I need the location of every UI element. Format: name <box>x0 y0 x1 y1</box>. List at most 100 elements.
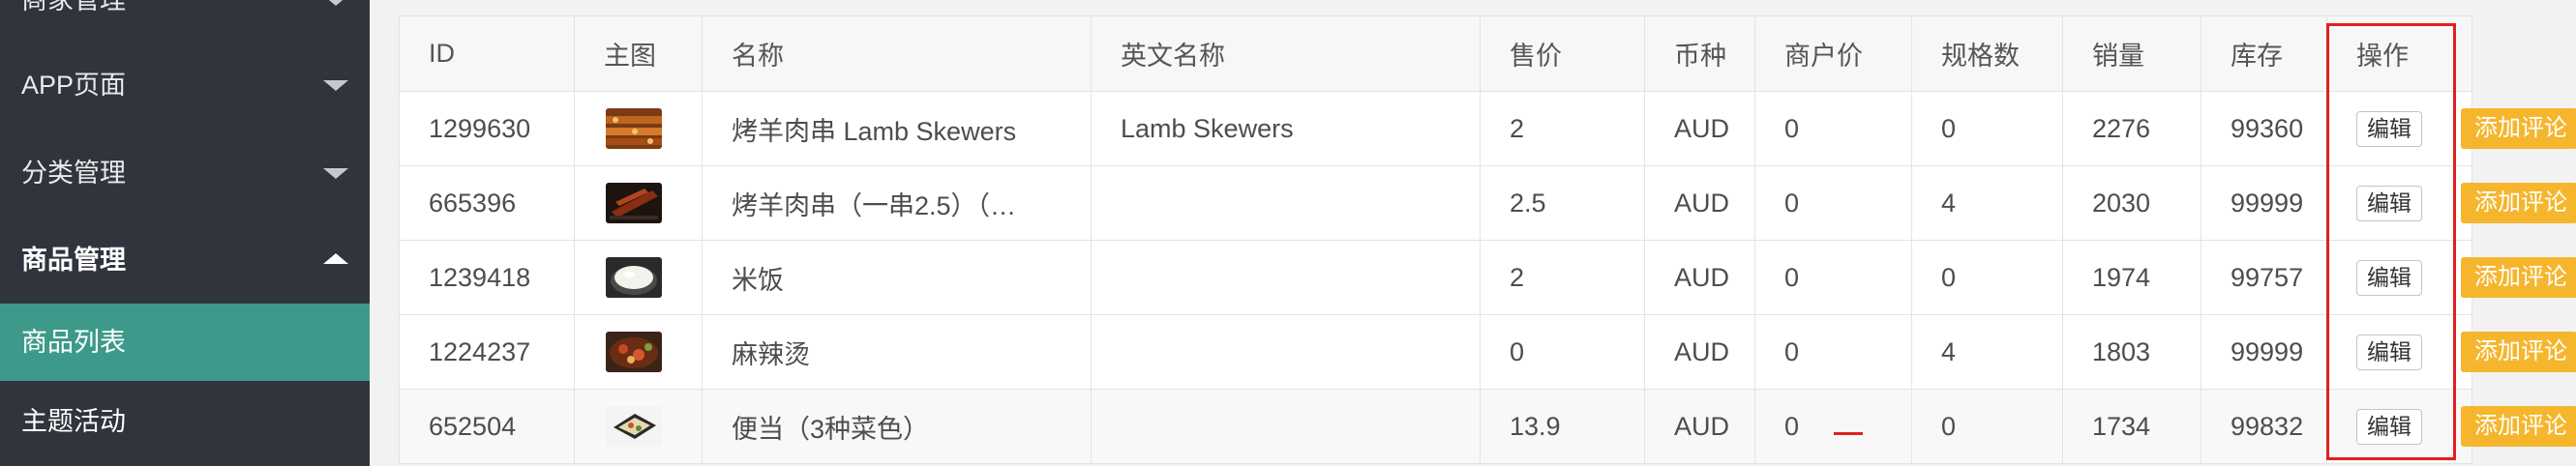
column-header-english-name: 英文名称 <box>1091 15 1481 92</box>
column-header-spec-count: 规格数 <box>1911 15 2063 92</box>
table-header-row: ID 主图 名称 英文名称 售价 币种 商户价 规格数 销量 库存 操作 <box>399 15 2472 92</box>
sidebar-item-merchant-management[interactable]: 商家管理 <box>0 0 370 19</box>
bento-box-thumbnail[interactable] <box>606 406 662 447</box>
edit-button[interactable]: 编辑 <box>2356 334 2422 370</box>
table-row: 1224237 麻辣烫 0 AUD 0 4 1803 99999 编辑 添加评论 <box>399 314 2576 390</box>
edit-button[interactable]: 编辑 <box>2356 185 2422 221</box>
chevron-down-icon <box>323 0 348 6</box>
table-row: 1299630 烤羊肉串 Lamb Skewers Lamb Skewers 2… <box>399 91 2576 166</box>
cell-image <box>574 165 703 241</box>
column-header-name: 名称 <box>702 15 1092 92</box>
cell-id: 1239418 <box>399 240 575 315</box>
cell-spec-count: 4 <box>1911 165 2063 241</box>
mala-tang-thumbnail[interactable] <box>606 332 662 372</box>
cell-actions: 编辑 添加评论 <box>2326 165 2576 241</box>
cell-currency: AUD <box>1644 240 1755 315</box>
cell-currency: AUD <box>1644 389 1755 464</box>
column-header-stock: 库存 <box>2201 15 2327 92</box>
sidebar-item-theme-activities[interactable]: 主题活动 <box>0 381 370 462</box>
cell-stock: 99999 <box>2201 314 2327 390</box>
column-header-image: 主图 <box>574 15 703 92</box>
cell-merchant-price: 0 <box>1754 165 1912 241</box>
column-header-currency: 币种 <box>1644 15 1755 92</box>
cell-price: 0 <box>1480 314 1645 390</box>
grilled-skewers-thumbnail[interactable] <box>606 183 662 223</box>
cell-sales: 1734 <box>2062 389 2202 464</box>
add-comment-button[interactable]: 添加评论 <box>2461 406 2576 447</box>
table-row: 665396 烤羊肉串（一串2.5）（… 2.5 AUD 0 4 2030 99… <box>399 165 2576 241</box>
column-header-id: ID <box>399 15 575 92</box>
cell-name: 麻辣烫 <box>702 314 1092 390</box>
cell-sales: 1803 <box>2062 314 2202 390</box>
table-row: 652504 便当（3种菜色） 13.9 AUD 0 0 1734 99832 <box>399 389 2576 464</box>
cell-spec-count: 0 <box>1911 240 2063 315</box>
cell-actions: 编辑 添加评论 <box>2326 389 2576 464</box>
sidebar-item-label: 商品管理 <box>21 245 126 275</box>
cell-price: 2.5 <box>1480 165 1645 241</box>
sidebar-item-product-management[interactable]: 商品管理 <box>0 217 370 304</box>
add-comment-button[interactable]: 添加评论 <box>2461 257 2576 298</box>
edit-button[interactable]: 编辑 <box>2356 408 2422 445</box>
cell-actions: 编辑 添加评论 <box>2326 240 2576 315</box>
add-comment-button[interactable]: 添加评论 <box>2461 332 2576 372</box>
cell-sales: 2030 <box>2062 165 2202 241</box>
cell-stock: 99360 <box>2201 91 2327 166</box>
cell-price: 13.9 <box>1480 389 1645 464</box>
edit-button[interactable]: 编辑 <box>2356 110 2422 147</box>
chevron-down-icon <box>323 168 348 179</box>
sidebar-item-app-pages[interactable]: APP页面 <box>0 43 370 128</box>
cell-spec-count: 0 <box>1911 389 2063 464</box>
cell-english-name: Lamb Skewers <box>1091 91 1481 166</box>
cell-sales: 1974 <box>2062 240 2202 315</box>
cell-id: 652504 <box>399 389 575 464</box>
sidebar-item-label: 主题活动 <box>21 406 126 436</box>
table-row: 1239418 米饭 2 AUD 0 0 1974 99757 编辑 添加评论 <box>399 240 2576 315</box>
cell-spec-count: 0 <box>1911 91 2063 166</box>
main-content: ID 主图 名称 英文名称 售价 币种 商户价 规格数 销量 库存 操作 129… <box>370 0 2576 466</box>
cell-image <box>574 240 703 315</box>
sidebar-item-label: 商品列表 <box>21 327 126 357</box>
cell-stock: 99757 <box>2201 240 2327 315</box>
cell-name: 米饭 <box>702 240 1092 315</box>
cell-english-name <box>1091 314 1481 390</box>
rice-bowl-thumbnail[interactable] <box>606 257 662 298</box>
sidebar-item-label: 分类管理 <box>21 158 126 188</box>
cell-id: 1299630 <box>399 91 575 166</box>
chevron-up-icon <box>323 253 348 264</box>
cell-merchant-price: 0 <box>1754 314 1912 390</box>
cell-name: 便当（3种菜色） <box>702 389 1092 464</box>
cell-name: 烤羊肉串（一串2.5）（… <box>702 165 1092 241</box>
cell-stock: 99832 <box>2201 389 2327 464</box>
cell-currency: AUD <box>1644 165 1755 241</box>
cell-image <box>574 389 703 464</box>
cell-english-name <box>1091 165 1481 241</box>
cell-currency: AUD <box>1644 91 1755 166</box>
cell-name: 烤羊肉串 Lamb Skewers <box>702 91 1092 166</box>
sidebar-item-label: 商家管理 <box>21 0 126 14</box>
edit-button[interactable]: 编辑 <box>2356 259 2422 296</box>
cell-id: 1224237 <box>399 314 575 390</box>
chevron-down-icon <box>323 80 348 91</box>
cell-actions: 编辑 添加评论 <box>2326 314 2576 390</box>
cell-sales: 2276 <box>2062 91 2202 166</box>
sidebar-item-product-list[interactable]: 商品列表 <box>0 304 370 381</box>
lamb-skewers-thumbnail[interactable] <box>606 108 662 149</box>
cell-price: 2 <box>1480 91 1645 166</box>
add-comment-button[interactable]: 添加评论 <box>2461 183 2576 223</box>
sidebar-item-category-management[interactable]: 分类管理 <box>0 130 370 217</box>
cell-currency: AUD <box>1644 314 1755 390</box>
cell-image <box>574 314 703 390</box>
merchant-price-value: 0 <box>1784 411 1800 441</box>
product-table: ID 主图 名称 英文名称 售价 币种 商户价 规格数 销量 库存 操作 129… <box>399 15 2576 464</box>
cell-spec-count: 4 <box>1911 314 2063 390</box>
cell-merchant-price: 0 <box>1754 91 1912 166</box>
cell-price: 2 <box>1480 240 1645 315</box>
cell-merchant-price: 0 <box>1754 240 1912 315</box>
cell-english-name <box>1091 389 1481 464</box>
column-header-actions: 操作 <box>2326 15 2472 92</box>
column-header-sales: 销量 <box>2062 15 2202 92</box>
sidebar: 商家管理 APP页面 分类管理 商品管理 商品列表 主题活动 <box>0 0 370 466</box>
add-comment-button[interactable]: 添加评论 <box>2461 108 2576 149</box>
cell-english-name <box>1091 240 1481 315</box>
cell-merchant-price: 0 <box>1754 389 1912 464</box>
